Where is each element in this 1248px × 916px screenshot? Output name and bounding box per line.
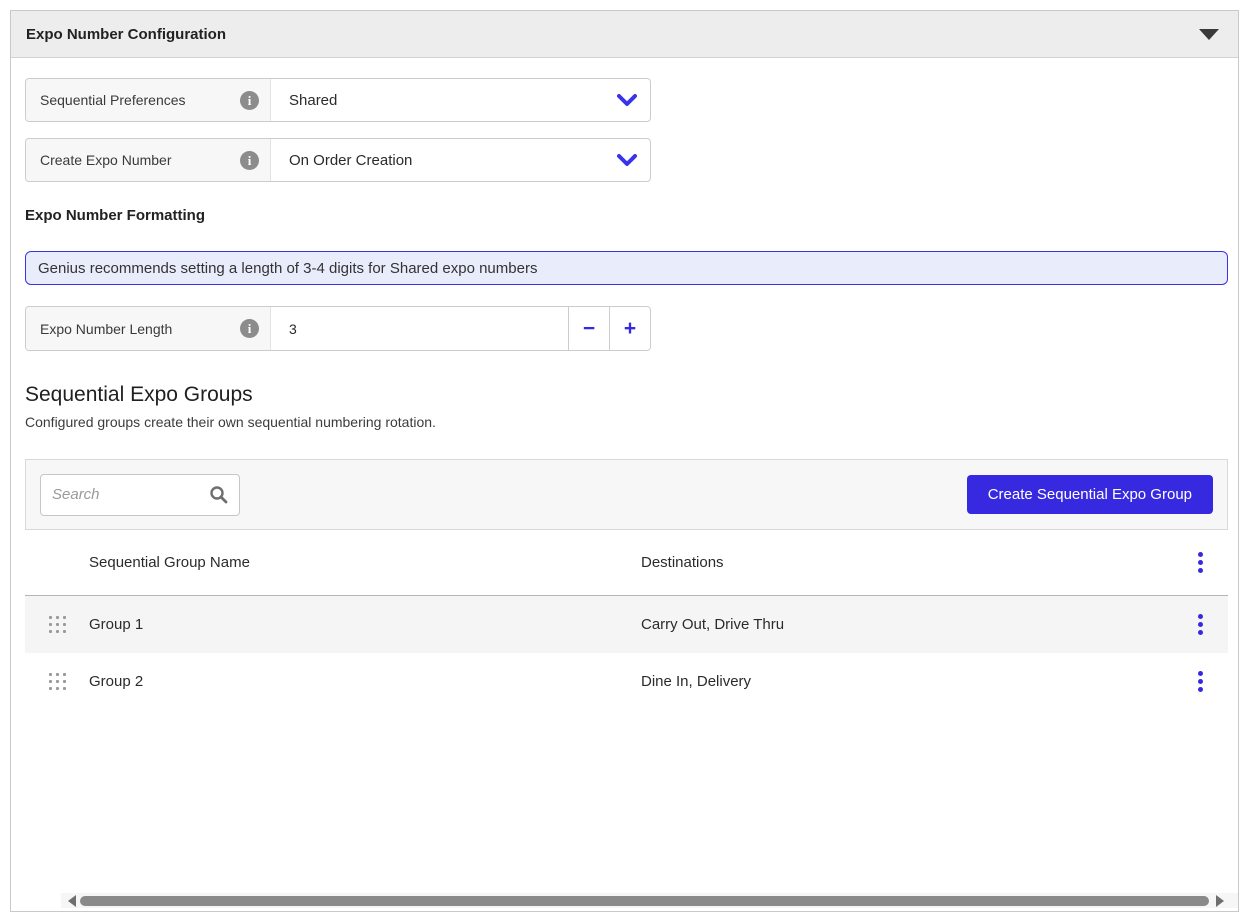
expo-number-length-label: Expo Number Length (40, 321, 172, 337)
group-destinations: Dine In, Delivery (641, 673, 1172, 690)
sequential-preferences-field: Sequential Preferences i Shared (25, 78, 651, 122)
info-icon[interactable]: i (240, 319, 259, 338)
expo-number-length-field: Expo Number Length i 3 − + (25, 306, 651, 351)
table-row: Group 2 Dine In, Delivery (25, 653, 1228, 710)
panel-header: Expo Number Configuration (11, 11, 1238, 58)
search-input[interactable] (52, 486, 209, 503)
panel-title: Expo Number Configuration (26, 26, 226, 43)
create-sequential-expo-group-button[interactable]: Create Sequential Expo Group (967, 475, 1213, 514)
search-icon[interactable] (209, 485, 228, 504)
scroll-right-icon[interactable] (1216, 895, 1224, 907)
horizontal-scrollbar[interactable] (61, 893, 1238, 908)
decrement-button[interactable]: − (568, 307, 609, 350)
drag-handle-icon[interactable] (49, 673, 66, 690)
group-destinations: Carry Out, Drive Thru (641, 616, 1172, 633)
sequential-expo-groups-heading: Sequential Expo Groups (25, 383, 1224, 407)
create-expo-number-field: Create Expo Number i On Order Creation (25, 138, 651, 182)
drag-handle-icon[interactable] (49, 616, 66, 633)
group-name: Group 2 (89, 673, 641, 690)
chevron-down-icon (617, 154, 637, 167)
create-expo-number-dropdown[interactable]: On Order Creation (271, 139, 650, 181)
groups-toolbar: Create Sequential Expo Group (25, 459, 1228, 530)
recommendation-text: Genius recommends setting a length of 3-… (38, 260, 537, 277)
create-expo-number-label-area: Create Expo Number i (26, 139, 271, 181)
kebab-menu-icon[interactable] (1190, 667, 1211, 696)
search-box (40, 474, 240, 516)
group-name: Group 1 (89, 616, 641, 633)
scroll-left-icon[interactable] (68, 895, 76, 907)
recommendation-banner: Genius recommends setting a length of 3-… (25, 251, 1228, 285)
kebab-menu-icon[interactable] (1190, 610, 1211, 639)
expo-number-length-label-area: Expo Number Length i (26, 307, 271, 350)
sequential-preferences-dropdown[interactable]: Shared (271, 79, 650, 121)
panel-content: Sequential Preferences i Shared Create E… (11, 58, 1238, 710)
column-header-destinations: Destinations (641, 554, 1172, 571)
sequential-preferences-label-area: Sequential Preferences i (26, 79, 271, 121)
collapse-caret-icon[interactable] (1199, 29, 1219, 40)
sequential-preferences-label: Sequential Preferences (40, 92, 186, 108)
expo-number-configuration-panel: Expo Number Configuration Sequential Pre… (10, 10, 1239, 912)
column-header-name: Sequential Group Name (89, 554, 641, 571)
kebab-menu-icon[interactable] (1190, 548, 1211, 577)
chevron-down-icon (617, 94, 637, 107)
create-expo-number-label: Create Expo Number (40, 152, 172, 168)
expo-number-formatting-heading: Expo Number Formatting (25, 207, 1224, 224)
groups-table-header: Sequential Group Name Destinations (25, 530, 1228, 596)
info-icon[interactable]: i (240, 91, 259, 110)
sequential-preferences-value: Shared (289, 92, 337, 109)
increment-button[interactable]: + (609, 307, 650, 350)
info-icon[interactable]: i (240, 151, 259, 170)
table-row: Group 1 Carry Out, Drive Thru (25, 596, 1228, 653)
create-expo-number-value: On Order Creation (289, 152, 412, 169)
expo-number-length-value[interactable]: 3 (271, 307, 568, 350)
sequential-expo-groups-description: Configured groups create their own seque… (25, 414, 1224, 430)
scrollbar-thumb[interactable] (80, 896, 1209, 906)
